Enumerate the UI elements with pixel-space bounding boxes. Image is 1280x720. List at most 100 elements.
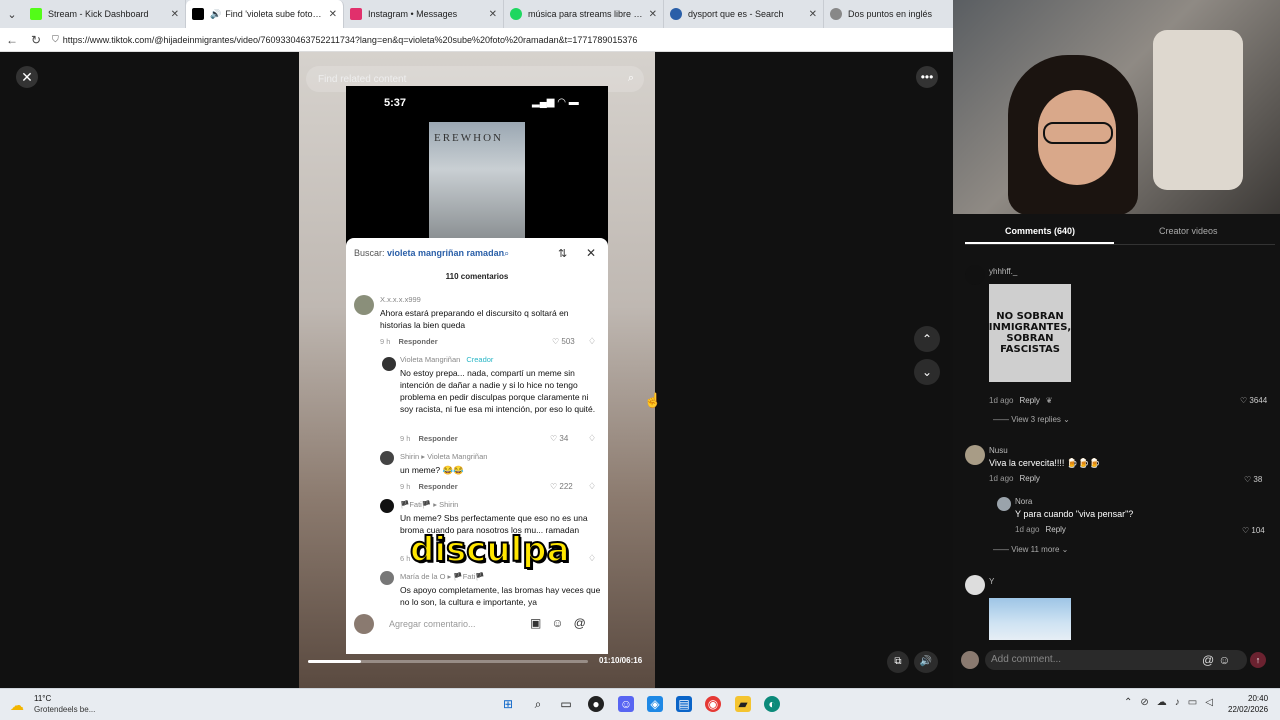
comment-image[interactable] [989, 598, 1071, 640]
avatar [961, 651, 979, 669]
comment-user: Violeta Mangriñan Creador [400, 355, 493, 364]
close-icon: ✕ [586, 246, 597, 260]
comment-user[interactable]: Y [989, 577, 994, 586]
glasses-shape [1043, 122, 1113, 144]
tab-label: Instagram • Messages [368, 9, 458, 19]
tab-creator-videos[interactable]: Creator videos [1159, 226, 1218, 236]
avatar[interactable] [965, 445, 985, 465]
reply-link[interactable]: Reply [1045, 525, 1065, 534]
progress-bar[interactable] [308, 660, 588, 663]
comment-user: X.x.x.x.x999 [380, 295, 421, 304]
weather-icon[interactable]: ☁ [10, 697, 24, 714]
comment-image[interactable]: NO SOBRAN INMIGRANTES, SOBRAN FASCISTAS [989, 284, 1071, 382]
view-more-label: View 11 more [1011, 545, 1060, 554]
avatar [382, 357, 396, 371]
microphone-icon[interactable]: ♪ [1175, 697, 1188, 708]
site-info-icon[interactable]: ⛉ [52, 34, 59, 45]
comment-meta: 1d ago Reply [1015, 525, 1066, 534]
cloud-icon[interactable]: ☁ [1157, 697, 1175, 708]
tab-instagram[interactable]: Instagram • Messages ✕ [344, 0, 504, 28]
like-button[interactable]: ♡ 38 [1244, 475, 1262, 484]
send-icon[interactable]: ↑ [1250, 652, 1266, 668]
phone-add-comment: Agregar comentario... ▣☺@ [346, 608, 608, 640]
tiktok-icon [192, 8, 204, 20]
volume-icon[interactable]: 🔊 [914, 651, 938, 673]
clock-time[interactable]: 20:40 [1248, 694, 1268, 703]
weather-desc[interactable]: Grotendeels be... [34, 705, 95, 714]
clock-date[interactable]: 22/02/2026 [1228, 705, 1268, 714]
avatar [380, 451, 394, 465]
mention-icon[interactable]: @ [1202, 653, 1218, 667]
view-replies-link[interactable]: —— View 3 replies ⌄ [993, 415, 1070, 424]
store-icon[interactable]: ▤ [676, 696, 692, 712]
chevron-up-icon[interactable]: ⌃ [1124, 697, 1140, 708]
close-icon[interactable]: ✕ [16, 66, 38, 88]
tab-label: Find 'violeta sube foto ramad... [225, 9, 323, 19]
search-icon[interactable]: ⌕ [530, 696, 546, 712]
avatar[interactable] [965, 575, 985, 595]
folder-icon[interactable]: ▰ [735, 696, 751, 712]
chevron-down-icon[interactable]: ⌄ [914, 359, 940, 385]
reply-link[interactable]: Reply [1019, 474, 1039, 483]
close-icon[interactable]: ✕ [329, 9, 337, 20]
progress-time: 01:10/06:16 [599, 656, 643, 665]
comment-user[interactable]: yhhhff._ [989, 267, 1017, 276]
comment-text: Y para cuando "viva pensar"? [1015, 509, 1134, 519]
reply-link[interactable]: Reply [1019, 396, 1039, 405]
comment-time: 6 h [400, 554, 411, 563]
sort-icon: ⇅ [558, 248, 568, 260]
weather-temp[interactable]: 11°C [34, 694, 51, 703]
comment-user: María de la O ▸ 🏴Fati🏴 [400, 572, 485, 581]
search-icon: ⌕ [504, 248, 510, 258]
comment-time: 1d ago [1015, 525, 1040, 534]
url-field[interactable]: https://www.tiktok.com/@hijadeinmigrante… [63, 35, 638, 45]
search-placeholder: Find related content [318, 73, 407, 85]
reload-icon[interactable]: ↻ [24, 33, 48, 47]
phone-clock: 5:37 [384, 97, 407, 109]
edge-icon[interactable]: ◐ [764, 696, 780, 712]
display-icon[interactable]: ▭ [1188, 697, 1205, 708]
more-options-icon[interactable]: ••• [916, 66, 938, 88]
like-button[interactable]: ♡ 104 [1242, 526, 1265, 535]
close-icon[interactable]: ✕ [171, 9, 179, 20]
close-icon[interactable]: ✕ [649, 9, 657, 20]
tab-tiktok-search[interactable]: 🔊 Find 'violeta sube foto ramad... ✕ [186, 0, 344, 28]
start-icon[interactable]: ⊞ [500, 696, 516, 712]
search-icon[interactable]: ⌕ [628, 72, 634, 85]
tab-list-dropdown[interactable]: ⌄ [0, 0, 24, 28]
tab-kick-dashboard[interactable]: Stream - Kick Dashboard ✕ [24, 0, 186, 28]
obs-icon[interactable]: ● [588, 696, 604, 712]
network-off-icon[interactable]: ⊘ [1140, 697, 1156, 708]
comment-time: 9 h [400, 482, 411, 491]
back-arrow-icon[interactable]: ← [0, 33, 24, 47]
avatar[interactable] [997, 497, 1011, 511]
comment-user[interactable]: Nusu [989, 446, 1008, 455]
like-value: 3644 [1249, 396, 1268, 405]
tab-comments[interactable]: Comments (640) [1005, 226, 1075, 236]
tab-dos-puntos[interactable]: Dos puntos en inglés [824, 0, 952, 28]
close-icon[interactable]: ✕ [489, 9, 497, 20]
discord-icon[interactable]: ☺ [618, 696, 634, 712]
chair-shape [1153, 30, 1243, 190]
chevron-up-icon[interactable]: ⌃ [914, 326, 940, 352]
tab-musica[interactable]: música para streams libre de copy ✕ [504, 0, 664, 28]
picture-in-picture-icon[interactable]: ⧉ [887, 651, 909, 673]
task-view-icon[interactable]: ▭ [558, 696, 574, 712]
chrome-icon[interactable]: ◉ [705, 696, 721, 712]
comment-count: 110 comentarios [445, 272, 509, 281]
app-icon[interactable]: ◈ [647, 696, 663, 712]
close-icon[interactable]: ✕ [809, 9, 817, 20]
progress-fill [308, 660, 362, 663]
speaker-icon[interactable]: 🔊 [210, 9, 221, 20]
emoji-icon[interactable]: ☺ [1218, 653, 1234, 667]
volume-icon[interactable]: ◁ [1205, 697, 1221, 708]
avatar[interactable] [965, 265, 985, 285]
dislike-icon: ♢ [588, 336, 597, 346]
sheet-search: Buscar: violeta mangriñan ramadan⌕ [354, 248, 509, 259]
tab-dysport[interactable]: dysport que es - Search ✕ [664, 0, 824, 28]
like-button[interactable]: ♡ 3644 [1240, 396, 1267, 405]
comment-user[interactable]: Nora [1015, 497, 1032, 506]
tab-label: música para streams libre de copy [528, 9, 643, 19]
view-more-link[interactable]: —— View 11 more ⌄ [993, 545, 1068, 554]
reply-link: Responder [418, 482, 458, 491]
